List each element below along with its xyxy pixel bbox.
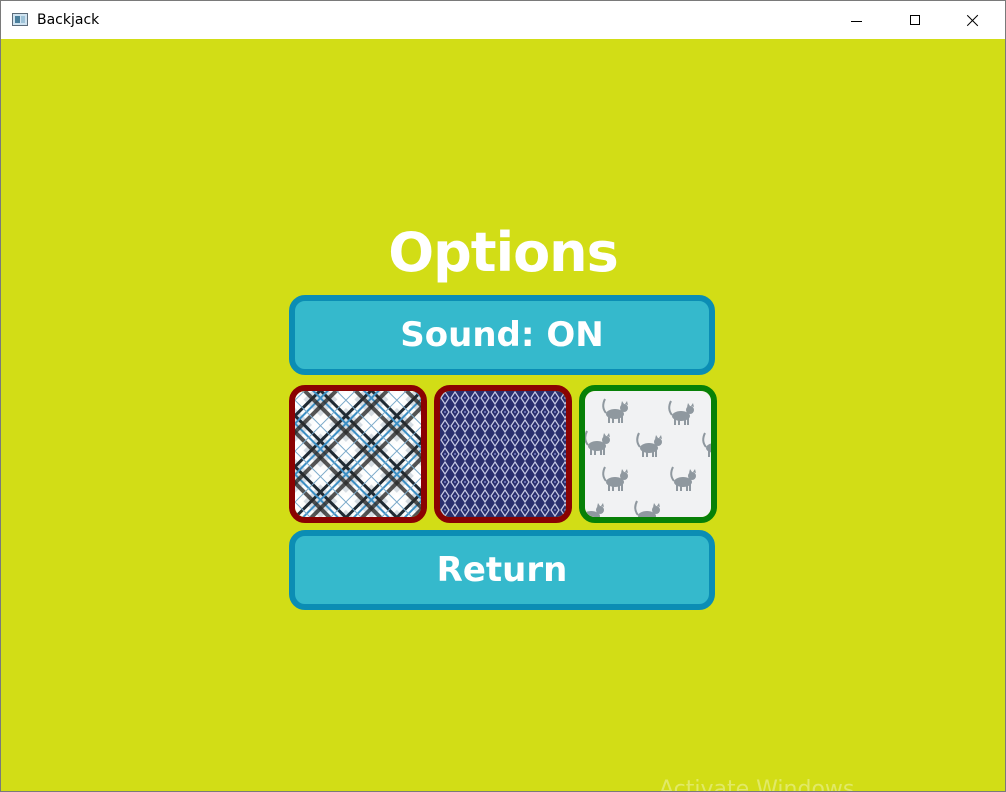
return-button[interactable]: Return xyxy=(289,530,715,610)
window-title: Backjack xyxy=(37,12,100,28)
card-back-plaid[interactable] xyxy=(289,385,427,523)
activation-watermark: Activate Windows xyxy=(659,777,855,791)
title-bar[interactable]: Backjack xyxy=(1,1,1005,39)
game-window: Backjack Options Sound: ON Return Activa… xyxy=(0,0,1006,792)
maximize-icon xyxy=(910,15,920,25)
card-back-navy-lattice[interactable] xyxy=(434,385,572,523)
minimize-icon xyxy=(851,21,862,22)
options-screen: Options Sound: ON Return Activate Window… xyxy=(1,39,1005,791)
card-back-gray-cats[interactable] xyxy=(579,385,717,523)
maximize-button[interactable] xyxy=(886,1,944,39)
lattice-pattern-icon xyxy=(440,391,566,517)
minimize-button[interactable] xyxy=(828,1,886,39)
sound-toggle-button[interactable]: Sound: ON xyxy=(289,295,715,375)
cat-pattern-icon xyxy=(585,391,711,517)
options-title: Options xyxy=(388,221,619,284)
close-icon xyxy=(967,14,979,26)
close-button[interactable] xyxy=(944,1,1002,39)
plaid-pattern-icon xyxy=(295,391,421,517)
window-app-icon xyxy=(12,13,28,26)
